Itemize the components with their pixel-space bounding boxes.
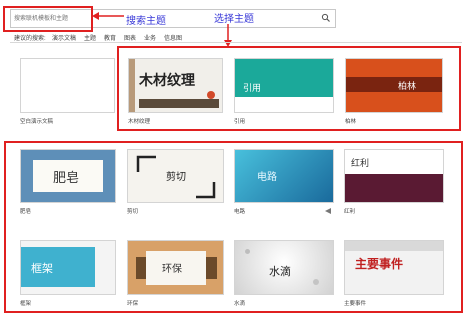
theme-title-main-event: 主要事件	[355, 257, 404, 271]
theme-title-quote: 引用	[243, 84, 262, 94]
theme-label-blank: 空白演示文稿	[20, 119, 54, 125]
wood-texture-dot	[207, 91, 215, 99]
theme-thumb-dividend[interactable]: 红利	[344, 149, 444, 203]
theme-title-cut: 剪切	[166, 172, 186, 183]
wood-texture-band	[139, 99, 219, 108]
theme-thumb-eco[interactable]: 环保	[127, 240, 224, 295]
theme-thumb-circuit[interactable]: 电路	[234, 149, 334, 203]
wood-texture-stripe	[129, 59, 135, 112]
droplet-dot	[313, 279, 319, 285]
theme-label-berlin: 柏林	[345, 119, 357, 125]
more-options-arrow-icon[interactable]	[325, 208, 333, 214]
annotation-select-theme: 选择主题	[214, 14, 254, 25]
theme-title-droplet: 水滴	[269, 265, 291, 278]
category-infographics[interactable]: 信息图	[164, 33, 182, 42]
category-business[interactable]: 业务	[144, 33, 156, 42]
theme-title-eco: 环保	[162, 264, 182, 275]
theme-thumb-cut[interactable]: 剪切	[127, 149, 224, 203]
theme-thumb-main-event[interactable]: 主要事件	[344, 240, 444, 295]
theme-label-soap: 肥皂	[20, 209, 32, 215]
theme-thumb-berlin[interactable]: 柏林	[345, 58, 443, 113]
berlin-band	[346, 77, 442, 92]
theme-title-frame: 框架	[31, 262, 53, 275]
quote-band	[235, 97, 333, 112]
theme-title-circuit: 电路	[257, 172, 277, 183]
header-divider	[10, 42, 462, 43]
dividend-band	[345, 174, 443, 202]
droplet-dot	[245, 249, 250, 254]
theme-label-droplet: 水滴	[234, 301, 246, 307]
category-presentation[interactable]: 演示文稿	[52, 33, 76, 42]
theme-label-main-event: 主要事件	[344, 301, 367, 307]
category-themes[interactable]: 主题	[84, 33, 96, 42]
theme-label-quote: 引用	[234, 119, 246, 125]
theme-title-berlin: 柏林	[398, 82, 417, 92]
theme-title-soap: 肥皂	[53, 171, 80, 186]
theme-label-cut: 剪切	[127, 209, 139, 215]
theme-label-dividend: 红利	[344, 209, 356, 215]
theme-thumb-quote[interactable]: 引用	[234, 58, 334, 113]
theme-thumb-wood-texture[interactable]: 木材纹理	[128, 58, 223, 113]
annotation-search-theme: 搜索主题	[126, 16, 166, 27]
category-education[interactable]: 教育	[104, 33, 116, 42]
theme-label-wood-texture: 木材纹理	[128, 119, 151, 125]
search-icon[interactable]	[321, 13, 331, 23]
theme-thumb-droplet[interactable]: 水滴	[234, 240, 334, 295]
theme-thumb-frame[interactable]: 框架	[20, 240, 116, 295]
theme-thumb-blank[interactable]	[20, 58, 115, 113]
theme-title-wood-texture: 木材纹理	[139, 73, 195, 89]
theme-thumb-soap[interactable]: 肥皂	[20, 149, 116, 203]
suggested-search-label: 建议的搜索:	[14, 36, 46, 42]
search-highlight-box	[3, 6, 93, 32]
theme-title-dividend: 红利	[351, 159, 370, 169]
select-arrow-icon	[224, 24, 232, 47]
main-event-top-band	[345, 241, 443, 251]
search-arrow-icon	[92, 12, 124, 20]
theme-label-eco: 环保	[127, 301, 139, 307]
theme-label-circuit: 电路	[234, 209, 246, 215]
category-charts[interactable]: 图表	[124, 33, 136, 42]
theme-label-frame: 框架	[20, 301, 32, 307]
